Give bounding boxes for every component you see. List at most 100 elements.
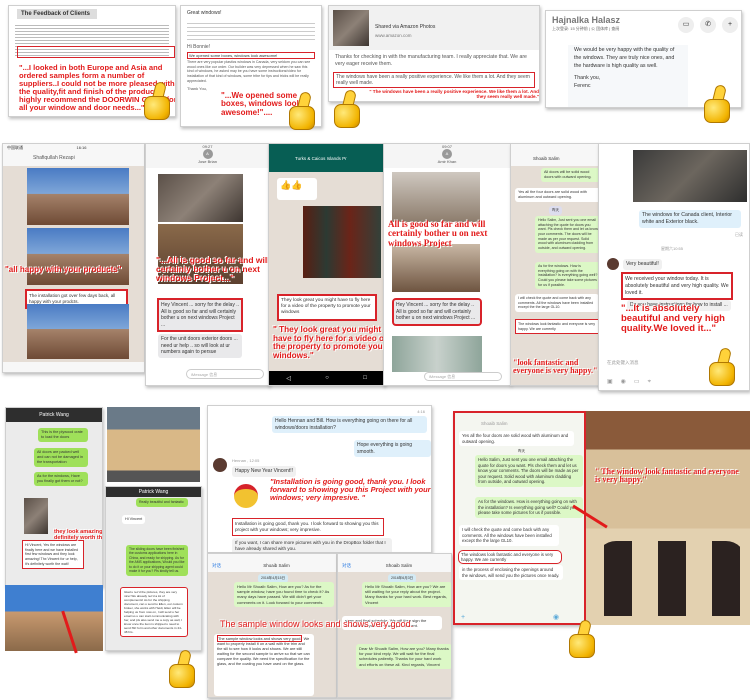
quote-installation-good: "Installation is going good, thank you. …	[270, 477, 431, 502]
contact-name: Patrick Wang	[39, 412, 69, 418]
contact-name: Shoaib Salim	[263, 563, 290, 568]
message-bubble: The windows for Canada client, Interior …	[639, 210, 741, 228]
email-body: There are very popular plastics windows …	[187, 59, 311, 84]
message-text: We would be very happy with the quality …	[574, 47, 675, 69]
clock: 16:16	[76, 145, 87, 150]
add-contact-icon[interactable]: +	[722, 17, 738, 33]
message-bubble: Happy New Year Vincent!!	[232, 466, 297, 477]
amazon-photo	[333, 10, 369, 46]
camera-icon[interactable]: ◉	[553, 613, 559, 621]
thumbs-up-icon	[565, 618, 599, 660]
quote-all-good-serif: All is good so far and will certainly bo…	[388, 219, 488, 248]
highlight-message: We received your window today. It is abs…	[621, 272, 733, 301]
message-bubble: For the unit doors exterior doors ... ne…	[158, 334, 242, 358]
arched-windows	[596, 541, 746, 616]
message-bubble: Hello Mr Shoaib Salim, How are you? As f…	[234, 582, 334, 607]
email-header-lines	[187, 20, 315, 40]
chat-header: 对话 Shoaib Salim	[338, 554, 451, 572]
whatsapp-header: Turks & Caicos Islands Pr	[269, 144, 384, 172]
recents-icon[interactable]: □	[363, 375, 367, 381]
android-whatsapp-turks-phone: Turks & Caicos Islands Pr 👍👍 They look g…	[268, 143, 385, 386]
imessage-header: 09:07 A Amir Khan	[384, 144, 510, 168]
highlight-message: Hey Vincent ... sorry for the delay .. A…	[157, 298, 243, 332]
whatsapp-shoaib-phone: Shoaib Salim All doors will be solid woo…	[510, 143, 600, 386]
wechat-header: Patrick Wang	[106, 487, 201, 497]
amazon-url: www.amazon.com	[375, 33, 412, 38]
back-link[interactable]: 对话	[342, 563, 351, 572]
contact-name: Shoaib Salim	[533, 156, 560, 161]
day-divider: 昨天	[549, 206, 562, 215]
message-input-bar[interactable]	[3, 362, 144, 372]
message-bubble: Really beautiful and fantastic	[136, 498, 188, 507]
read-receipt: 已读	[735, 232, 743, 237]
thumbs-up-icon	[330, 88, 364, 130]
thumbs-up-icon	[705, 346, 739, 388]
back-icon[interactable]: ◁	[286, 375, 291, 382]
back-link[interactable]: 对话	[212, 563, 221, 572]
villa-photo-2	[392, 244, 480, 292]
email-subject: Great windows!	[187, 10, 222, 16]
quote-all-happy: "all happy with your products"	[5, 265, 122, 274]
interior-photo-1	[158, 174, 243, 222]
imessage-header: 09:27 A Jose Brian	[146, 144, 269, 168]
message-bubble: I will check the quote and come back wit…	[515, 294, 599, 313]
email-greeting: Hi Bonnie!	[187, 44, 211, 50]
message-bubble: If you want, I can share more pictures w…	[232, 538, 392, 552]
clock: 09:07	[441, 144, 452, 149]
video-call-icon[interactable]: ▭	[678, 17, 694, 33]
amazon-highlight: The windows have been a really positive …	[333, 72, 535, 89]
carrier: 中国联通	[7, 145, 23, 150]
quote-look-amazing: they look amazing!... it's definitely wo…	[54, 529, 103, 541]
chat-header: Shoaib Salim	[511, 144, 599, 166]
timestamp: 4:16	[417, 409, 425, 414]
chat-header: 对话 Shoaib Salim	[208, 554, 336, 572]
message-bubble: in the process of enclosing the openings…	[459, 565, 563, 581]
wechat-patrick-1: Patrick Wang This is the plywood crate t…	[5, 407, 103, 587]
message-bubble: All doors are packed well and can not be…	[34, 448, 88, 467]
message-bubble: I will check the quote and come back wit…	[459, 525, 559, 546]
message-text: We want to properly install it on a wall…	[217, 636, 310, 667]
message-bubble: As for the windows. How is everything go…	[475, 497, 583, 518]
contact-name: Amir Khan	[437, 159, 457, 164]
message-bubble: Hi Vincent	[122, 515, 146, 524]
message-input[interactable]: 在此处键入消息	[607, 360, 639, 366]
villa-photo-1	[392, 172, 480, 222]
house-photo	[5, 585, 103, 651]
clock: 09:27	[202, 144, 213, 149]
message-signature: Ferenc	[574, 82, 591, 89]
whatsapp-shoaib-red-panel: Shoaib Salim Yes all the four doors are …	[453, 411, 586, 625]
quote-building: " The window look fantastic and everyone…	[595, 467, 739, 485]
message-bubble: This is the plywood crate to load the do…	[38, 428, 88, 442]
message-bubble: The sample window looks and shows very g…	[214, 634, 314, 696]
status-bar: 中国联通 16:16	[3, 144, 144, 152]
skype-hennan-chat: 4:16 Hello Hennan and Bill. How is every…	[207, 405, 432, 553]
quote-look-fantastic: "look fantastic and everyone is very hap…	[513, 358, 598, 376]
sender-name: Hennan , 12:05	[232, 458, 260, 463]
doc-highlight-box	[17, 46, 175, 58]
wechat-header: Patrick Wang	[6, 408, 102, 422]
quote-absolutely-beautiful: "...It is absolutely beautiful and very …	[621, 303, 725, 334]
thumbs-up-icon	[140, 80, 174, 122]
highlight-message: The windows look fantastic and everyone …	[458, 550, 562, 564]
thumbs-up-icon	[285, 90, 319, 132]
phone-icon[interactable]: ✆	[700, 17, 716, 33]
amazon-email-panel: Shared via Amazon Photos www.amazon.com …	[328, 5, 540, 102]
imessage-amir-phone: 09:07 A Amir Khan Hey Vincent ... sorry …	[383, 143, 511, 386]
building-photo-2	[27, 228, 129, 285]
building-photo	[586, 411, 750, 625]
imessage-input[interactable]: iMessage 信息	[424, 372, 502, 381]
toolbar-icons[interactable]: ▣◉▭⌖	[607, 378, 659, 386]
thumbs-up-icon	[165, 648, 199, 690]
imessage-input[interactable]: iMessage 信息	[186, 369, 264, 379]
android-nav-bar: ◁ ○ □	[269, 371, 384, 385]
contact-name: Shoaib Salim	[385, 563, 413, 568]
message-bubble: As for the windows, Have you finally got…	[34, 472, 88, 486]
window-photo	[392, 336, 482, 372]
message-bubble: Hello Mr Shoaib Salim, How are you? We a…	[362, 582, 451, 607]
message-bubble: As for the windows. How is everything go…	[535, 262, 599, 290]
highlight-message: They look great you might have to fly he…	[277, 294, 377, 321]
add-icon[interactable]: +	[461, 614, 465, 621]
building-photo-3	[27, 304, 129, 359]
highlight-message: Hey Vincent ... sorry for the delay .. A…	[392, 298, 482, 326]
home-icon[interactable]: ○	[325, 375, 329, 381]
